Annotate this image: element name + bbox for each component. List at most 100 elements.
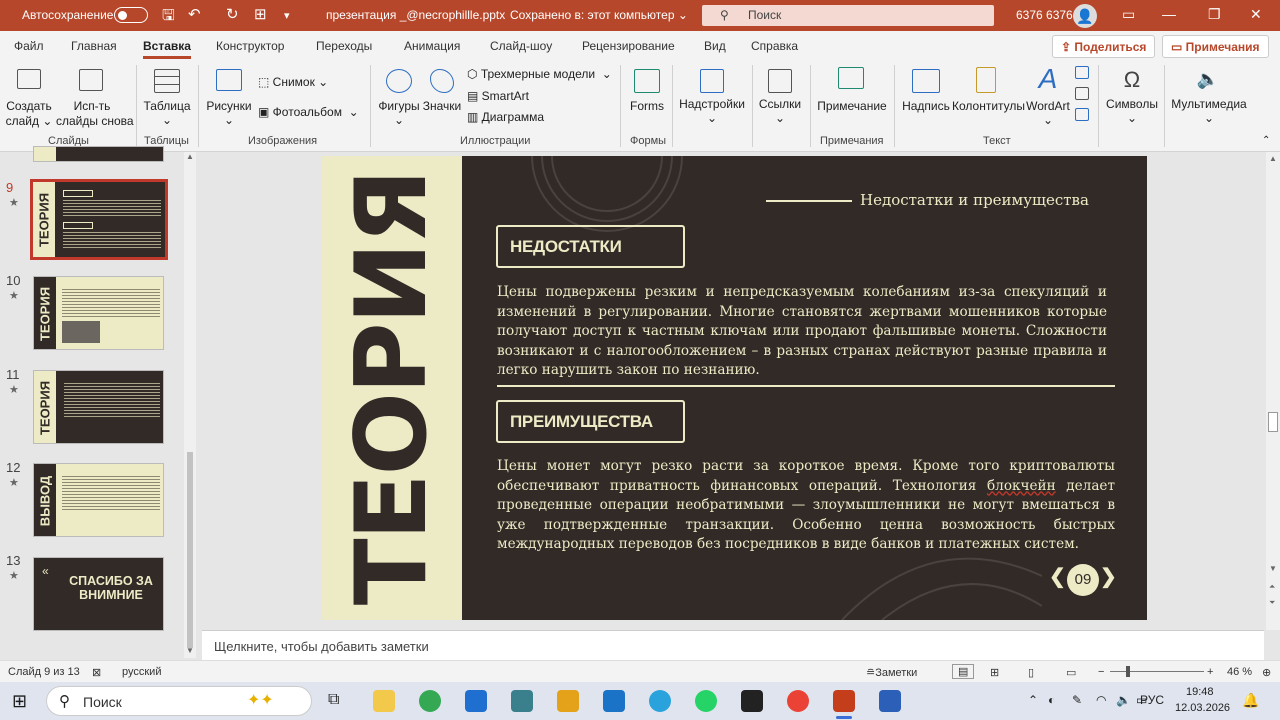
whatsapp-icon[interactable] bbox=[695, 690, 717, 712]
volume-icon[interactable]: 🔈 bbox=[1116, 693, 1131, 707]
tab-slideshow[interactable]: Слайд-шоу bbox=[490, 39, 552, 53]
collapse-ribbon-icon[interactable]: ⌃ bbox=[1262, 135, 1270, 146]
new-slide-button[interactable]: Создать слайд ⌄ bbox=[4, 99, 54, 129]
autosave-toggle[interactable] bbox=[114, 7, 148, 23]
fit-to-window-icon[interactable]: ⊕ bbox=[1262, 666, 1271, 679]
table-button[interactable]: Таблица ⌄ bbox=[142, 99, 192, 127]
telegram-icon[interactable] bbox=[649, 690, 671, 712]
slide-thumbnail[interactable] bbox=[33, 146, 164, 162]
wifi-icon[interactable]: ◠ bbox=[1096, 693, 1106, 707]
sublime-icon[interactable] bbox=[557, 690, 579, 712]
smartart-button[interactable]: ▤ SmartArt bbox=[467, 89, 529, 103]
slide-thumbnail[interactable]: ВЫВОД bbox=[33, 463, 164, 537]
photo-album-button[interactable]: ▣ Фотоальбом ⌄ bbox=[258, 105, 359, 119]
tab-animations[interactable]: Анимация bbox=[404, 39, 460, 53]
redo-icon[interactable]: ↻ bbox=[226, 5, 239, 23]
3d-models-button[interactable]: ⬡ Трехмерные модели ⌄ bbox=[467, 67, 612, 81]
clock-date[interactable]: 12.03.2026 bbox=[1175, 702, 1230, 714]
undo-icon[interactable]: ↶ bbox=[188, 5, 201, 23]
present-icon[interactable]: ⊞ bbox=[254, 5, 267, 23]
user-name[interactable]: 6376 6376 bbox=[1016, 8, 1073, 22]
slide-thumbnail[interactable]: ТЕОРИЯ bbox=[33, 276, 164, 350]
store-icon[interactable] bbox=[465, 690, 487, 712]
search-placeholder: Поиск bbox=[748, 8, 782, 22]
word-icon[interactable] bbox=[879, 690, 901, 712]
zoom-out-icon[interactable]: − bbox=[1098, 666, 1104, 678]
media-button[interactable]: Мультимедиа ⌄ bbox=[1170, 97, 1248, 125]
chrome-profile-icon[interactable] bbox=[787, 690, 809, 712]
reading-view-icon[interactable]: ▯ bbox=[1028, 666, 1034, 679]
file-explorer-icon[interactable] bbox=[373, 690, 395, 712]
header-footer-button[interactable]: Колонтитулы bbox=[952, 99, 1025, 113]
tab-insert[interactable]: Вставка bbox=[143, 39, 191, 59]
clock-time[interactable]: 19:48 bbox=[1186, 686, 1214, 698]
accessibility-icon[interactable]: ⊠ bbox=[92, 666, 101, 679]
zoom-slider-thumb[interactable] bbox=[1126, 666, 1130, 677]
windows-start-icon[interactable]: ⊞ bbox=[12, 691, 27, 712]
tray-pen-icon[interactable]: ✎ bbox=[1072, 693, 1082, 707]
customize-toolbar-icon[interactable]: ▾ bbox=[284, 9, 290, 22]
tab-file[interactable]: Файл bbox=[14, 39, 44, 53]
input-language[interactable]: РУС bbox=[1140, 693, 1164, 707]
tab-transitions[interactable]: Переходы bbox=[316, 39, 372, 53]
forms-button[interactable]: Forms bbox=[626, 99, 668, 113]
notes-button[interactable]: ≘Заметки bbox=[866, 666, 917, 679]
save-status[interactable]: Сохранено в: этот компьютер ⌄ bbox=[510, 8, 688, 22]
save-icon[interactable]: 🖫 bbox=[162, 5, 175, 30]
tab-design[interactable]: Конструктор bbox=[216, 39, 284, 53]
close-icon[interactable]: ✕ bbox=[1250, 6, 1262, 23]
outlook-icon[interactable] bbox=[603, 690, 625, 712]
icons-button[interactable]: Значки bbox=[420, 99, 464, 113]
slide-sorter-icon[interactable]: ⊞ bbox=[990, 666, 999, 679]
textbox-button[interactable]: Надпись bbox=[900, 99, 952, 113]
chrome-icon[interactable] bbox=[419, 690, 441, 712]
thumbnails-scrollbar[interactable]: ▲ ▼ bbox=[184, 152, 196, 658]
canvas-scrollbar[interactable]: ▲ ▼ ⏶ ⏷ bbox=[1266, 152, 1280, 630]
object-icon[interactable] bbox=[1075, 108, 1089, 121]
autosave-label: Автосохранение bbox=[22, 8, 114, 22]
comment-button[interactable]: Примечание bbox=[814, 99, 890, 113]
notifications-icon[interactable]: 🔔 bbox=[1242, 692, 1259, 709]
tray-chevron-icon[interactable]: ⌃ bbox=[1028, 693, 1038, 707]
task-view-icon[interactable]: ⧉ bbox=[328, 691, 339, 709]
symbols-button[interactable]: Символы ⌄ bbox=[1104, 97, 1160, 125]
powerpoint-icon[interactable] bbox=[833, 690, 855, 712]
shapes-button[interactable]: Фигуры ⌄ bbox=[376, 99, 422, 127]
current-slide[interactable]: ТЕОРИЯ Недостатки и преимущества НЕДОСТА… bbox=[322, 156, 1147, 620]
zoom-level[interactable]: 46 % bbox=[1227, 666, 1252, 678]
wordart-button[interactable]: WordArt ⌄ bbox=[1024, 99, 1072, 127]
tray-app-icon[interactable]: ◐ bbox=[1048, 693, 1055, 707]
taskbar-search[interactable]: ⚲ Поиск ✦✦ bbox=[46, 686, 312, 716]
slide-thumbnail[interactable]: ТЕОРИЯ bbox=[33, 370, 164, 444]
addins-button[interactable]: Надстройки ⌄ bbox=[678, 97, 746, 125]
zoom-in-icon[interactable]: + bbox=[1207, 666, 1213, 678]
slide-thumbnail[interactable]: СПАСИБО ЗА ВНИМНИЕ « bbox=[33, 557, 164, 631]
tab-view[interactable]: Вид bbox=[704, 39, 726, 53]
notes-pane[interactable]: Щелкните, чтобы добавить заметки bbox=[202, 630, 1264, 660]
avatar[interactable]: 👤 bbox=[1073, 4, 1097, 28]
links-button[interactable]: Ссылки ⌄ bbox=[756, 97, 804, 125]
zoom-slider[interactable] bbox=[1110, 671, 1204, 672]
tab-help[interactable]: Справка bbox=[751, 39, 798, 53]
comments-button[interactable]: ▭ Примечания bbox=[1162, 35, 1269, 58]
capcut-icon[interactable] bbox=[741, 690, 763, 712]
tab-review[interactable]: Рецензирование bbox=[582, 39, 675, 53]
tab-home[interactable]: Главная bbox=[71, 39, 117, 53]
search-input[interactable]: ⚲ Поиск bbox=[702, 5, 994, 26]
chart-button[interactable]: ▥ Диаграмма bbox=[467, 110, 544, 124]
slideshow-view-icon[interactable]: ▭ bbox=[1066, 666, 1076, 679]
screenshot-button[interactable]: ⬚ Снимок ⌄ bbox=[258, 75, 328, 89]
normal-view-icon[interactable]: ▤ bbox=[952, 664, 975, 679]
date-time-icon[interactable] bbox=[1075, 66, 1089, 79]
language-indicator[interactable]: русский bbox=[122, 666, 161, 678]
ribbon-display-icon[interactable]: ▭ bbox=[1122, 6, 1135, 23]
slide-number-icon[interactable] bbox=[1075, 87, 1089, 100]
minimize-icon[interactable]: — bbox=[1162, 6, 1176, 22]
reuse-slides-button[interactable]: Исп-ть слайды снова bbox=[56, 99, 134, 129]
restore-icon[interactable]: ❐ bbox=[1208, 6, 1221, 23]
share-button[interactable]: ⇪ Поделиться bbox=[1052, 35, 1156, 58]
slide-thumbnail-selected[interactable]: ТЕОРИЯ bbox=[30, 179, 168, 260]
app-icon[interactable] bbox=[511, 690, 533, 712]
reuse-slides-icon bbox=[79, 69, 103, 91]
pictures-button[interactable]: Рисунки ⌄ bbox=[206, 99, 252, 127]
